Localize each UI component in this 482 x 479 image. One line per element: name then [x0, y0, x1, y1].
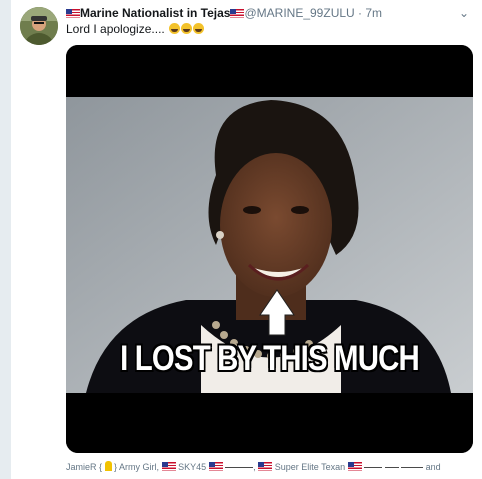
liked-by-row[interactable]: JamieR { } Army Girl, SKY45 , Super Elit…	[66, 460, 480, 474]
us-flag-icon	[161, 462, 176, 471]
us-flag-icon	[230, 9, 245, 18]
rolling-laughing-emoji-icon	[193, 23, 205, 34]
dot-separator: ·	[354, 6, 366, 20]
tweet-text: Lord I apologize....	[66, 21, 205, 37]
meme-caption: I LOST BY THIS MUCH	[120, 339, 420, 378]
rolling-laughing-emoji-icon	[181, 23, 193, 34]
liker-name-text: ,	[253, 462, 256, 472]
meme-photo	[66, 45, 473, 453]
us-flag-icon	[258, 462, 273, 471]
us-flag-icon	[66, 9, 80, 18]
avatar[interactable]	[20, 7, 58, 45]
rolling-laughing-emoji-icon	[169, 23, 181, 34]
liker-name-text: SKY45	[178, 462, 207, 472]
liker-name-text: JamieR {	[66, 462, 103, 472]
us-flag-icon	[347, 462, 362, 471]
tweet-timestamp[interactable]: 7m	[365, 6, 382, 20]
rifle-glyph-icon	[401, 461, 424, 468]
timeline-gutter	[0, 0, 11, 479]
rifle-glyph-icon	[225, 461, 254, 468]
liker-name-text: Super Elite Texan	[274, 462, 346, 472]
display-name[interactable]: Marine Nationalist in Tejas	[80, 6, 230, 20]
rifle-glyph-icon	[364, 461, 383, 468]
tweet-header: Marine Nationalist in Tejas @MARINE_99ZUL…	[66, 5, 446, 21]
rifle-glyph-icon	[384, 461, 399, 468]
liker-name-text: and	[425, 462, 441, 472]
tweet-media-image[interactable]: I LOST BY THIS MUCH	[66, 45, 473, 453]
yellow-ribbon-icon	[104, 461, 112, 471]
avatar-image	[20, 7, 58, 45]
us-flag-icon	[208, 462, 223, 471]
tweet-card[interactable]: Marine Nationalist in Tejas @MARINE_99ZUL…	[11, 0, 482, 479]
tweet-text-content: Lord I apologize....	[66, 22, 165, 36]
liker-name-text: } Army Girl,	[114, 462, 160, 472]
user-handle[interactable]: @MARINE_99ZULU	[244, 6, 354, 20]
chevron-down-icon[interactable]: ⌄	[456, 6, 472, 20]
